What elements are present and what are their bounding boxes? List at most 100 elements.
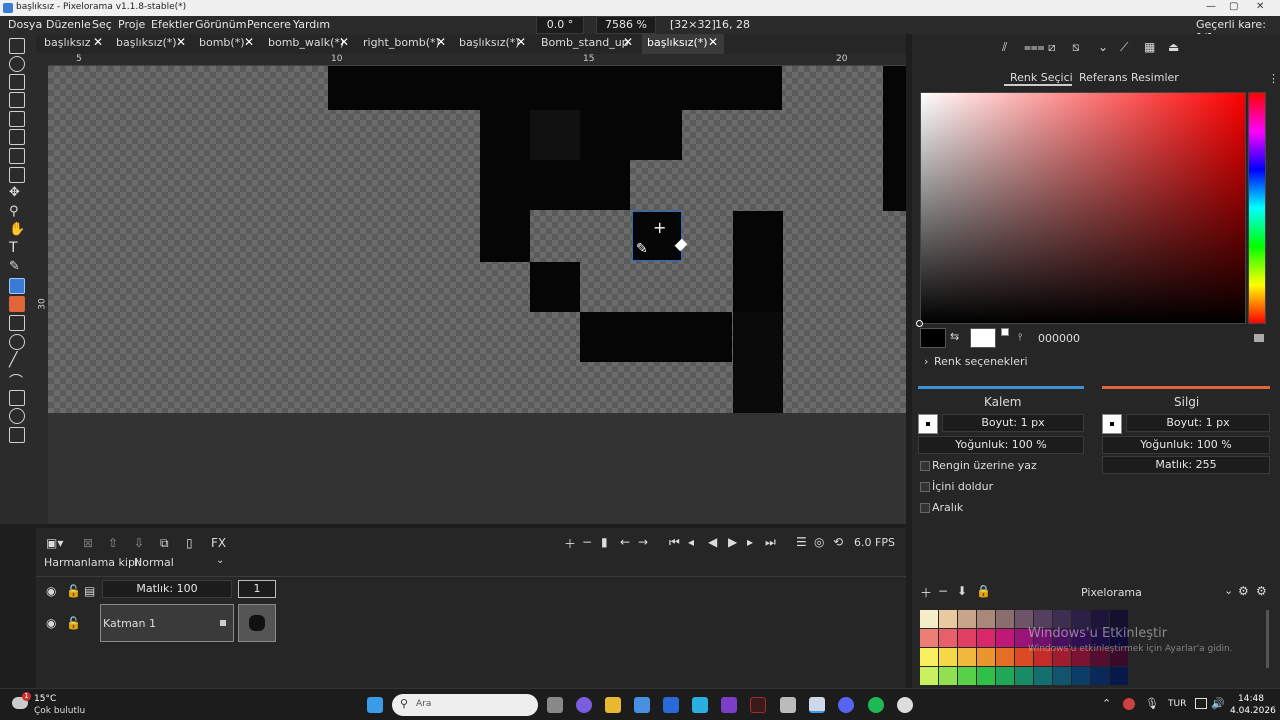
palette-swatch[interactable] bbox=[939, 610, 957, 628]
eraser-size-field[interactable]: Boyut: 1 px bbox=[1126, 414, 1270, 432]
chevron-right-icon[interactable]: › bbox=[924, 355, 928, 368]
pan-tool-icon[interactable]: ✋ bbox=[9, 222, 25, 238]
palette-scrollbar[interactable] bbox=[1266, 610, 1269, 668]
color-sampler-icon[interactable]: ⫯ bbox=[1018, 332, 1022, 343]
tray-chevron-up-icon[interactable]: ⌃ bbox=[1102, 697, 1111, 710]
close-button[interactable]: ✕ bbox=[1256, 1, 1264, 12]
mirror-diag2-icon[interactable]: ⧅ bbox=[1072, 40, 1080, 55]
shading-tool-icon[interactable] bbox=[9, 334, 25, 350]
tab-project-4[interactable]: bomb_walk(*) bbox=[268, 36, 344, 49]
next-frame-icon[interactable]: ▸ bbox=[747, 535, 753, 549]
menu-efektler[interactable]: Efektler bbox=[151, 18, 194, 31]
move-layer-up-icon[interactable]: ⇧ bbox=[108, 536, 118, 550]
color-select-tool-icon[interactable] bbox=[9, 92, 25, 108]
move-tool-icon[interactable]: ✥ bbox=[9, 185, 25, 201]
palette-swatch[interactable] bbox=[958, 610, 976, 628]
tab-project-6[interactable]: başlıksız(*) bbox=[459, 36, 520, 49]
mirror-h-icon[interactable]: ⫽ bbox=[1002, 40, 1007, 55]
pen-density-field[interactable]: Yoğunluk: 100 % bbox=[918, 436, 1084, 454]
3d-shape-tool-icon[interactable] bbox=[9, 427, 25, 443]
fps-field[interactable]: 6.0 FPS bbox=[854, 536, 895, 549]
close-icon[interactable]: ✕ bbox=[436, 35, 446, 49]
pen-size-field[interactable]: Boyut: 1 px bbox=[942, 414, 1084, 432]
github-icon[interactable] bbox=[897, 697, 913, 713]
app-icon-blue[interactable] bbox=[663, 697, 679, 713]
palette-swatch[interactable] bbox=[996, 667, 1014, 685]
color-picker-tool-icon[interactable]: ✎ bbox=[9, 259, 25, 275]
frame-icon[interactable]: ▮ bbox=[601, 535, 608, 549]
close-icon[interactable]: ✕ bbox=[176, 35, 186, 49]
task-view-icon[interactable] bbox=[547, 697, 563, 713]
onion-skin-icon[interactable]: ◎ bbox=[814, 535, 824, 549]
close-icon[interactable]: ✕ bbox=[339, 35, 349, 49]
zoom-field[interactable]: 7586 % bbox=[596, 16, 656, 34]
hex-mode-icon[interactable] bbox=[1254, 334, 1264, 342]
palette-swatch[interactable] bbox=[977, 629, 995, 647]
palette-swatch[interactable] bbox=[920, 610, 938, 628]
merge-layer-icon[interactable]: ▯ bbox=[186, 536, 193, 550]
color-options-toggle[interactable]: Renk seçenekleri bbox=[934, 355, 1028, 368]
visual-studio-icon[interactable] bbox=[721, 697, 737, 713]
fill-inside-checkbox[interactable] bbox=[920, 482, 930, 492]
panel-menu-icon[interactable]: ⋮ bbox=[1268, 72, 1279, 85]
palette-swatch[interactable] bbox=[958, 629, 976, 647]
language-indicator[interactable]: TUR bbox=[1168, 699, 1186, 709]
lasso-tool-icon[interactable] bbox=[9, 129, 25, 145]
eye-icon[interactable]: ◉ bbox=[46, 616, 56, 630]
unity-icon[interactable] bbox=[780, 697, 796, 713]
menu-gorunum[interactable]: Görünüm bbox=[195, 18, 246, 31]
palette-swatch[interactable] bbox=[920, 648, 938, 666]
prev-frame-icon[interactable]: ◂ bbox=[688, 535, 694, 549]
store-icon[interactable] bbox=[634, 697, 650, 713]
download-palette-icon[interactable]: ⬇ bbox=[957, 584, 967, 598]
remove-palette-icon[interactable]: − bbox=[938, 584, 948, 598]
file-explorer-icon[interactable] bbox=[605, 697, 621, 713]
hue-slider[interactable] bbox=[1248, 92, 1266, 324]
palette-swatch[interactable] bbox=[958, 667, 976, 685]
search-box[interactable]: ⚲ Ara bbox=[392, 694, 538, 716]
clone-layer-icon[interactable]: ⧉ bbox=[160, 536, 169, 551]
palette-swatch[interactable] bbox=[1091, 667, 1109, 685]
tab-reference-images[interactable]: Referans Resimler bbox=[1079, 71, 1179, 84]
network-icon[interactable] bbox=[1195, 698, 1207, 709]
palette-swatch[interactable] bbox=[920, 629, 938, 647]
reset-colors-icon[interactable] bbox=[1001, 328, 1009, 336]
close-icon[interactable]: ✕ bbox=[93, 35, 103, 49]
primary-color-swatch[interactable] bbox=[920, 328, 946, 348]
zoom-tool-icon[interactable]: ⚲ bbox=[9, 204, 25, 220]
eraser-tool-icon[interactable] bbox=[9, 296, 25, 312]
eraser-density-field[interactable]: Yoğunluk: 100 % bbox=[1102, 436, 1270, 454]
palette-swatch[interactable] bbox=[1034, 667, 1052, 685]
palette-name[interactable]: Pixelorama bbox=[1081, 586, 1142, 599]
palette-swatch[interactable] bbox=[977, 610, 995, 628]
eye-icon[interactable]: ◉ bbox=[46, 584, 56, 598]
play-icon[interactable]: ▶ bbox=[728, 535, 737, 549]
palette-swatch[interactable] bbox=[1053, 667, 1071, 685]
palette-swatch[interactable] bbox=[1110, 667, 1128, 685]
dynamics-icon[interactable]: ⏏ bbox=[1168, 40, 1179, 54]
eraser-opacity-field[interactable]: Matlık: 255 bbox=[1102, 456, 1270, 474]
play-backwards-icon[interactable]: ◀ bbox=[708, 535, 717, 549]
line-tool-icon[interactable]: ╱ bbox=[9, 352, 25, 368]
layer-fx-button[interactable]: FX bbox=[211, 536, 226, 550]
text-tool-icon[interactable]: T bbox=[9, 240, 25, 256]
secondary-color-swatch[interactable] bbox=[970, 328, 996, 348]
palette-swatch[interactable] bbox=[977, 648, 995, 666]
color-gradient-picker[interactable] bbox=[920, 92, 1246, 324]
lock-icon[interactable]: 🔓 bbox=[66, 584, 81, 598]
pixelorama-taskbar-icon[interactable] bbox=[809, 697, 825, 713]
rotation-field[interactable]: 0.0 ° bbox=[536, 16, 584, 34]
tray-app-icon[interactable] bbox=[1123, 698, 1135, 710]
palette-swatch[interactable] bbox=[920, 667, 938, 685]
swap-colors-icon[interactable]: ⇆ bbox=[950, 330, 959, 343]
ellipse-tool-icon[interactable] bbox=[9, 408, 25, 424]
menu-dosya[interactable]: Dosya bbox=[8, 18, 42, 31]
spotify-icon[interactable] bbox=[868, 697, 884, 713]
remove-layer-icon[interactable]: ⊠ bbox=[83, 536, 93, 550]
lock-palette-icon[interactable]: 🔒 bbox=[976, 584, 991, 598]
rect-select-tool-icon[interactable] bbox=[9, 38, 25, 54]
maximize-button[interactable]: ▢ bbox=[1229, 1, 1238, 12]
loop-icon[interactable]: ⟲ bbox=[833, 535, 843, 549]
menu-proje[interactable]: Proje bbox=[118, 18, 145, 31]
canvas-viewport[interactable]: + ✎ bbox=[48, 66, 906, 524]
